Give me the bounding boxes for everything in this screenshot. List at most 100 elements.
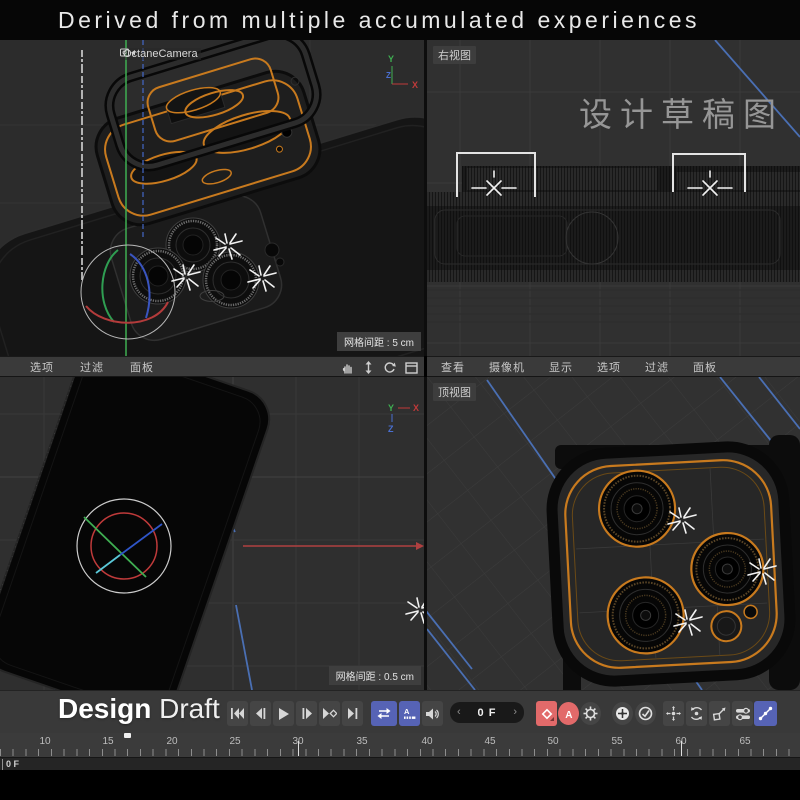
key-rotation-button[interactable] (686, 701, 707, 726)
ruler-number: 50 (547, 736, 558, 747)
loop-playback-button[interactable] (371, 701, 397, 726)
next-frame-button[interactable] (296, 701, 317, 726)
viewport-right-view[interactable]: 右视图 设计草稿图 (427, 40, 800, 356)
menu-view[interactable]: 查看 (441, 359, 465, 375)
prev-frame-button[interactable] (250, 701, 271, 726)
key-scale-button[interactable] (709, 701, 730, 726)
transport-controls (227, 701, 363, 726)
goto-start-button[interactable] (227, 701, 248, 726)
menu-camera[interactable]: 摄像机 (489, 359, 525, 375)
camera-name-label[interactable]: OctaneCamera (120, 48, 201, 60)
watermark-light: Draft (159, 693, 220, 724)
ruler-number: 65 (739, 736, 750, 747)
axis-z-label: Z (388, 424, 394, 434)
frame-decrement[interactable]: ‹ (457, 707, 461, 718)
ruler-marker[interactable] (124, 733, 131, 738)
axis-z-label: Z (386, 71, 391, 80)
bottom-margin (0, 770, 800, 800)
view-label-right: 右视图 (433, 46, 476, 64)
viewport-menubar-right: 查看 摄像机 显示 选项 过滤 面板 (427, 356, 800, 377)
viewport-top-view[interactable]: 顶视图 (427, 377, 800, 690)
camera-module[interactable] (549, 444, 793, 684)
viewport-perspective[interactable]: Y X Z OctaneCamera 网格间距 : 5 cm (0, 40, 424, 356)
design-draft-watermark-cn: 设计草稿图 (579, 88, 784, 136)
ruler-number: 55 (611, 736, 622, 747)
sound-button[interactable] (422, 701, 443, 726)
menu-panel[interactable]: 面板 (693, 359, 717, 375)
autokey-display-button[interactable]: A (399, 701, 420, 726)
sparkle-mark (406, 598, 424, 623)
keyframe-selection-button[interactable] (635, 702, 656, 725)
ruler-number: 25 (229, 736, 240, 747)
axis-gizmo: Y X Z (388, 403, 419, 434)
axis-x-label: X (412, 80, 418, 90)
ruler-ticks (0, 749, 800, 756)
record-active-objects-button[interactable] (612, 702, 633, 725)
ruler-number: 20 (166, 736, 177, 747)
keyframe-settings-button[interactable] (580, 702, 601, 725)
viewport-front[interactable]: Y X Z 网格间距 : 0.5 cm (0, 377, 424, 690)
key-toggle-controls (612, 701, 656, 725)
playhead[interactable]: 0 F (0, 759, 19, 770)
axis-y-label: Y (388, 403, 394, 413)
menu-panel[interactable]: 面板 (130, 359, 154, 375)
view-label-top: 顶视图 (433, 383, 476, 401)
svg-text:A: A (565, 709, 572, 719)
viewport-nav-icons (341, 357, 418, 378)
timeline-track[interactable]: 0 F (0, 757, 800, 770)
menu-options[interactable]: 选项 (597, 359, 621, 375)
mic-hole (744, 605, 758, 619)
pla-control (754, 701, 777, 726)
flash-ring (711, 610, 743, 642)
timeline-ruler[interactable]: 10 15 20 25 30 35 40 45 50 55 60 65 (0, 733, 800, 757)
key-position-button[interactable] (663, 701, 684, 726)
timeline-bar: Design Draft (0, 690, 800, 733)
ruler-number: 15 (102, 736, 113, 747)
menu-filter[interactable]: 过滤 (80, 359, 104, 375)
rotate-view-icon[interactable] (383, 361, 396, 374)
ruler-number: 45 (484, 736, 495, 747)
svg-text:A: A (404, 707, 410, 716)
watermark-bold: Design (58, 693, 151, 724)
key-type-controls (663, 701, 753, 726)
ruler-number: 40 (421, 736, 432, 747)
playhead-bar (2, 759, 3, 770)
x-axis-arrow (416, 542, 424, 550)
page-title: Derived from multiple accumulated experi… (58, 7, 700, 34)
major-tick (681, 741, 682, 756)
menu-display[interactable]: 显示 (549, 359, 573, 375)
playback-mode-controls: A (371, 701, 443, 726)
autokeying-button[interactable]: A (558, 702, 579, 725)
application-window: Derived from multiple accumulated experi… (0, 0, 800, 800)
playhead-frame-label: 0 F (6, 759, 19, 769)
viewport-divider[interactable] (424, 377, 427, 690)
play-to-next-key-button[interactable] (319, 701, 340, 726)
frame-value: 0 F (478, 707, 497, 719)
record-keyframe-button[interactable] (536, 701, 557, 726)
menu-options[interactable]: 选项 (30, 359, 54, 375)
grid-spacing-label: 网格间距 : 5 cm (337, 332, 421, 351)
title-banner: Derived from multiple accumulated experi… (0, 0, 800, 40)
frame-increment[interactable]: › (513, 707, 517, 718)
goto-end-button[interactable] (342, 701, 363, 726)
perspective-scene: Y X Z (0, 40, 424, 356)
phone-front-body[interactable] (0, 377, 277, 690)
key-pla-button[interactable] (754, 701, 777, 726)
zoom-arrows-icon[interactable] (363, 361, 374, 374)
current-frame-field[interactable]: ‹ 0 F › (450, 702, 524, 723)
camera-icon (120, 48, 136, 58)
menu-filter[interactable]: 过滤 (645, 359, 669, 375)
viewport-menubar-left: 选项 过滤 面板 (0, 356, 424, 377)
viewport-divider[interactable] (424, 40, 427, 356)
design-draft-watermark-en: Design Draft (58, 693, 220, 725)
axis-x-label: X (413, 403, 419, 413)
ruler-number: 35 (356, 736, 367, 747)
axis-gizmo: Y X Z (386, 54, 418, 90)
pan-hand-icon[interactable] (341, 361, 354, 374)
maximize-view-icon[interactable] (405, 362, 418, 374)
key-parameters-button[interactable] (732, 701, 753, 726)
play-button[interactable] (273, 701, 294, 726)
ruler-number: 10 (39, 736, 50, 747)
grid-spacing-label: 网格间距 : 0.5 cm (329, 666, 421, 685)
top-view-scene (427, 377, 800, 690)
